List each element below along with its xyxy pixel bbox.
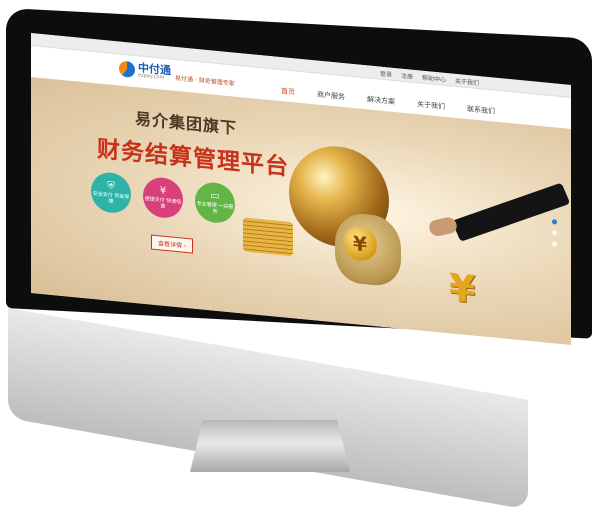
nav-item-home[interactable]: 首页 [281, 86, 295, 97]
nav-item-merchant[interactable]: 商户服务 [317, 90, 345, 103]
monitor-screen: 登录 注册 帮助中心 关于我们 中付通 ezpay.com 易付通 · 财务管理… [31, 33, 571, 345]
monitor-stand [190, 420, 350, 472]
coin-stack-image [243, 217, 293, 257]
nav-item-about[interactable]: 关于我们 [417, 99, 445, 112]
topbar-about-link[interactable]: 关于我们 [455, 75, 479, 86]
feature-circles: ⛨ 安全支付 资金保障 ¥ 便捷支付 快速结算 ▭ 专业管理 一站服务 [91, 170, 235, 225]
shield-icon: ⛨ [107, 180, 115, 193]
monitor-icon: ▭ [210, 190, 220, 203]
carousel-dot-3[interactable] [552, 241, 557, 247]
yen-symbol-icon: ¥ [449, 265, 476, 312]
carousel-dot-1[interactable] [552, 219, 557, 225]
topbar-register-link[interactable]: 注册 [401, 70, 413, 80]
imac-monitor: 登录 注册 帮助中心 关于我们 中付通 ezpay.com 易付通 · 财务管理… [0, 0, 600, 510]
header-slogan: 易付通 · 财务管理专家 [175, 74, 235, 88]
nav-item-solutions[interactable]: 解决方案 [367, 94, 395, 107]
monitor-chin [8, 308, 528, 510]
yen-icon: ¥ [159, 185, 167, 198]
logo-text: 中付通 ezpay.com [138, 61, 171, 81]
feature-security[interactable]: ⛨ 安全支付 资金保障 [91, 170, 131, 215]
topbar-login-link[interactable]: 登录 [380, 68, 392, 78]
carousel-indicators [552, 219, 557, 247]
nav-item-contact[interactable]: 联系我们 [467, 104, 495, 117]
view-details-button[interactable]: 查看详情 › [151, 234, 194, 254]
feature-management-text: 专业管理 一站服务 [196, 200, 234, 215]
topbar-help-link[interactable]: 帮助中心 [422, 72, 446, 83]
apple-logo-icon [236, 383, 258, 409]
hand-image [427, 215, 459, 238]
feature-security-text: 安全支付 资金保障 [92, 190, 130, 205]
site-logo[interactable]: 中付通 ezpay.com [119, 60, 171, 81]
feature-payment[interactable]: ¥ 便捷支付 快速结算 [143, 175, 183, 220]
logo-mark-icon [119, 60, 135, 79]
feature-management[interactable]: ▭ 专业管理 一站服务 [195, 180, 235, 225]
carousel-dot-2[interactable] [552, 230, 557, 236]
feature-payment-text: 便捷支付 快速结算 [144, 195, 182, 210]
